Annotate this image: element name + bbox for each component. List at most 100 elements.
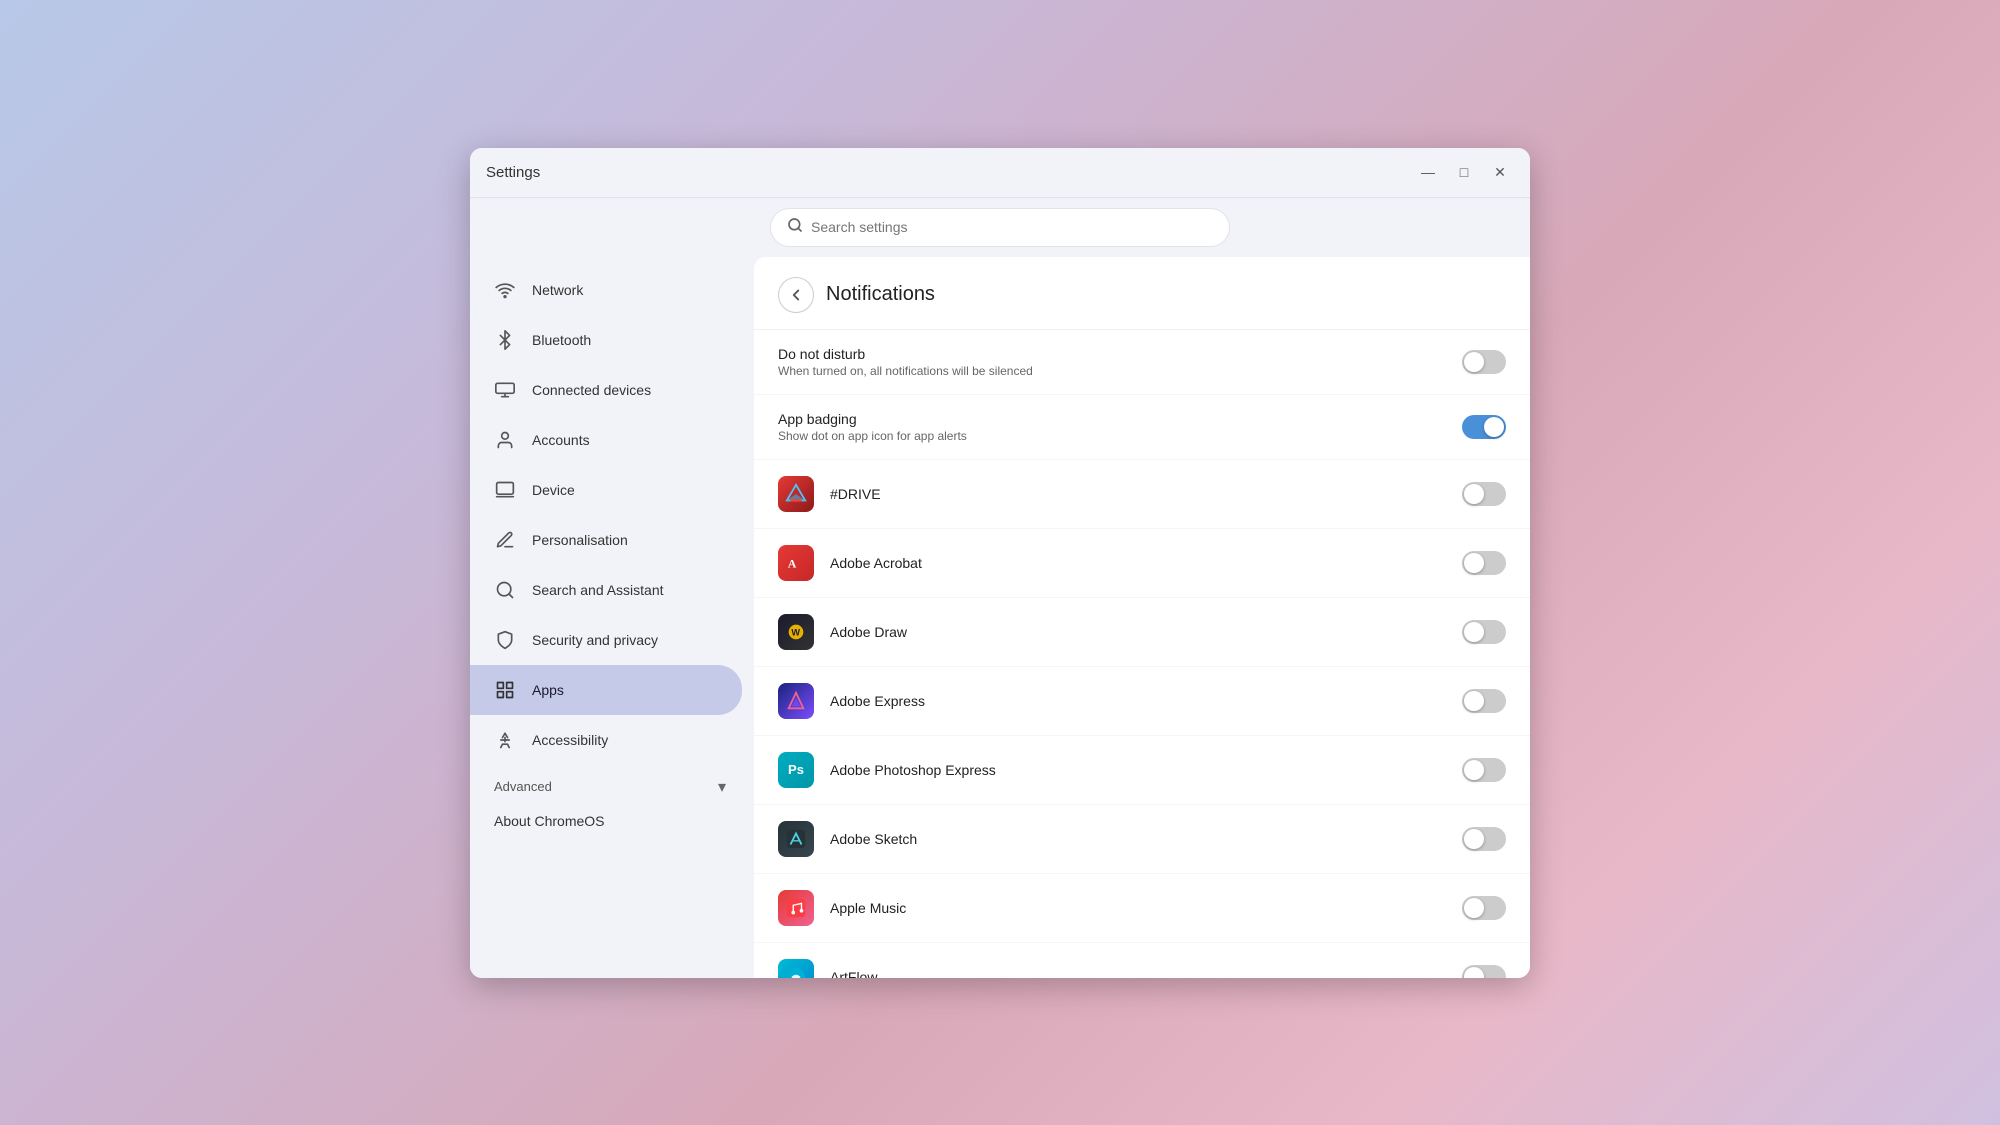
app-icon-adobe-sketch (778, 821, 814, 857)
row-text-do-not-disturb: Do not disturb When turned on, all notif… (778, 346, 1446, 378)
list-item: Adobe Sketch (754, 805, 1530, 874)
person-icon (494, 429, 516, 451)
row-text-adobe-acrobat: Adobe Acrobat (830, 555, 1446, 571)
list-item: ArtFlow (754, 943, 1530, 978)
minimize-button[interactable]: — (1414, 158, 1442, 186)
row-label: Apple Music (830, 900, 1446, 916)
list-item: Apple Music (754, 874, 1530, 943)
row-text-drive: #DRIVE (830, 486, 1446, 502)
sidebar-item-device[interactable]: Device (470, 465, 742, 515)
row-text-artflow: ArtFlow (830, 969, 1446, 978)
svg-text:W: W (791, 627, 800, 637)
row-text-adobe-sketch: Adobe Sketch (830, 831, 1446, 847)
shield-icon (494, 629, 516, 651)
sidebar-item-apps[interactable]: Apps (470, 665, 742, 715)
search-icon (787, 217, 803, 238)
grid-icon (494, 679, 516, 701)
maximize-button[interactable]: □ (1450, 158, 1478, 186)
main-content: Network Bluetooth Connected device (470, 257, 1530, 978)
sidebar-label-accounts: Accounts (532, 432, 590, 448)
sidebar-item-personalisation[interactable]: Personalisation (470, 515, 742, 565)
list-item: W Adobe Draw (754, 598, 1530, 667)
close-button[interactable]: ✕ (1486, 158, 1514, 186)
app-icon-adobe-photoshop-express: Ps (778, 752, 814, 788)
app-icon-adobe-express (778, 683, 814, 719)
row-label: App badging (778, 411, 1446, 427)
row-label: Adobe Acrobat (830, 555, 1446, 571)
app-icon-adobe-acrobat: A (778, 545, 814, 581)
accessibility-icon (494, 729, 516, 751)
search-bar-row (470, 198, 1530, 257)
sidebar-label-apps: Apps (532, 682, 564, 698)
row-text-adobe-draw: Adobe Draw (830, 624, 1446, 640)
sidebar-label-connected-devices: Connected devices (532, 382, 651, 398)
app-icon-apple-music (778, 890, 814, 926)
sidebar-item-accessibility[interactable]: Accessibility (470, 715, 742, 765)
app-icon-artflow (778, 959, 814, 978)
content-panel: Notifications Do not disturb When turned… (754, 257, 1530, 978)
toggle-artflow[interactable] (1462, 965, 1506, 978)
toggle-apple-music[interactable] (1462, 896, 1506, 920)
row-label: Do not disturb (778, 346, 1446, 362)
row-label: #DRIVE (830, 486, 1446, 502)
row-text-apple-music: Apple Music (830, 900, 1446, 916)
row-label: Adobe Express (830, 693, 1446, 709)
sidebar-item-accounts[interactable]: Accounts (470, 415, 742, 465)
sidebar-label-network: Network (532, 282, 583, 298)
sidebar-item-bluetooth[interactable]: Bluetooth (470, 315, 742, 365)
sidebar: Network Bluetooth Connected device (470, 257, 750, 978)
sidebar-label-search-assistant: Search and Assistant (532, 582, 664, 598)
page-title: Notifications (826, 283, 935, 306)
list-item: A Adobe Acrobat (754, 529, 1530, 598)
window-controls: — □ ✕ (1414, 158, 1514, 186)
row-label: Adobe Draw (830, 624, 1446, 640)
laptop-icon (494, 479, 516, 501)
toggle-adobe-sketch[interactable] (1462, 827, 1506, 851)
content-header: Notifications (754, 257, 1530, 330)
sidebar-label-bluetooth: Bluetooth (532, 332, 591, 348)
toggle-do-not-disturb[interactable] (1462, 350, 1506, 374)
sidebar-item-search-assistant[interactable]: Search and Assistant (470, 565, 742, 615)
sidebar-label-device: Device (532, 482, 575, 498)
toggle-adobe-draw[interactable] (1462, 620, 1506, 644)
search-assistant-icon (494, 579, 516, 601)
advanced-label: Advanced (494, 779, 552, 794)
row-sublabel: When turned on, all notifications will b… (778, 364, 1446, 378)
toggle-adobe-express[interactable] (1462, 689, 1506, 713)
toggle-adobe-photoshop-express[interactable] (1462, 758, 1506, 782)
list-item: Ps Adobe Photoshop Express (754, 736, 1530, 805)
list-item: #DRIVE (754, 460, 1530, 529)
app-title: Settings (486, 164, 1414, 181)
sidebar-item-network[interactable]: Network (470, 265, 742, 315)
back-button[interactable] (778, 277, 814, 313)
row-label: Adobe Photoshop Express (830, 762, 1446, 778)
row-label: Adobe Sketch (830, 831, 1446, 847)
row-label: ArtFlow (830, 969, 1446, 978)
about-chromeos[interactable]: About ChromeOS (470, 801, 750, 841)
advanced-section[interactable]: Advanced ▾ (470, 765, 750, 801)
wifi-icon (494, 279, 516, 301)
sidebar-label-personalisation: Personalisation (532, 532, 628, 548)
row-text-app-badging: App badging Show dot on app icon for app… (778, 411, 1446, 443)
app-icon-adobe-draw: W (778, 614, 814, 650)
chevron-down-icon: ▾ (718, 777, 726, 797)
search-bar-container (770, 208, 1230, 247)
devices-icon (494, 379, 516, 401)
bluetooth-icon (494, 329, 516, 351)
pencil-icon (494, 529, 516, 551)
sidebar-label-accessibility: Accessibility (532, 732, 608, 748)
toggle-adobe-acrobat[interactable] (1462, 551, 1506, 575)
row-sublabel: Show dot on app icon for app alerts (778, 429, 1446, 443)
search-input[interactable] (811, 219, 1213, 235)
list-item: Do not disturb When turned on, all notif… (754, 330, 1530, 395)
toggle-app-badging[interactable] (1462, 415, 1506, 439)
sidebar-item-connected-devices[interactable]: Connected devices (470, 365, 742, 415)
svg-text:A: A (788, 556, 797, 570)
title-bar: Settings — □ ✕ (470, 148, 1530, 198)
settings-list: Do not disturb When turned on, all notif… (754, 330, 1530, 978)
toggle-drive[interactable] (1462, 482, 1506, 506)
list-item: App badging Show dot on app icon for app… (754, 395, 1530, 460)
row-text-adobe-express: Adobe Express (830, 693, 1446, 709)
sidebar-item-security-privacy[interactable]: Security and privacy (470, 615, 742, 665)
sidebar-label-security-privacy: Security and privacy (532, 632, 658, 648)
